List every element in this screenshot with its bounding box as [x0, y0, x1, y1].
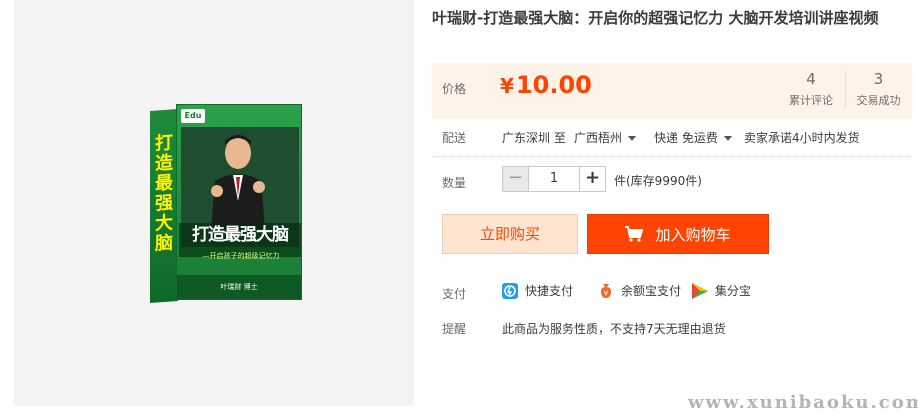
cover-subtitle: —开启孩子的超级记忆力: [202, 252, 280, 260]
reminder-label: 提醒: [442, 322, 467, 336]
payment-method-jifenbao: 集分宝: [692, 282, 751, 299]
svg-text:¥: ¥: [604, 289, 609, 297]
chevron-down-icon: [723, 136, 732, 141]
payment-method-yuebao: ¥ 余额宝支付: [598, 282, 681, 299]
payment-method-yuebao-label: 余额宝支付: [621, 284, 682, 298]
ship-from: 广东深圳 至: [502, 131, 566, 145]
payment-method-quick: 快捷支付: [502, 282, 573, 299]
ship-promise: 卖家承诺4小时内发货: [744, 131, 860, 145]
box-spine: 打造最强大脑: [150, 109, 178, 303]
price-bar: 价格 ¥10.00 4 累计评论 3 交易成功: [432, 63, 912, 119]
yuebao-icon: ¥: [601, 283, 611, 298]
add-to-cart-label: 加入购物车: [655, 226, 731, 244]
price-value: ¥10.00: [500, 71, 592, 99]
price-label: 价格: [442, 82, 467, 96]
box-logo: Edu: [181, 109, 205, 123]
payment-method-quick-label: 快捷支付: [525, 284, 574, 298]
ship-to-dropdown[interactable]: 广西梧州: [574, 129, 637, 146]
add-to-cart-button[interactable]: 加入购物车: [587, 214, 769, 254]
jifenbao-icon: [692, 282, 708, 299]
quantity-decrease-button[interactable]: −: [503, 167, 529, 191]
review-count: 4: [806, 70, 816, 88]
product-box-image[interactable]: 打造最强大脑 Edu 打造最强大脑 —开启孩子的超级记忆力 叶瑞财 博士: [150, 104, 302, 304]
ship-to: 广西梧州: [574, 131, 623, 145]
quantity-label: 数量: [442, 176, 467, 190]
box-front-cover: Edu 打造最强大脑 —开启孩子的超级记忆力 叶瑞财 博士: [176, 104, 302, 300]
chevron-down-icon: [628, 136, 637, 141]
quantity-input[interactable]: [529, 167, 579, 191]
ship-method: 快递 免运费: [654, 131, 718, 145]
quantity-increase-button[interactable]: +: [579, 167, 605, 191]
sales-count-stat[interactable]: 3 交易成功: [845, 70, 911, 108]
buy-now-button[interactable]: 立即购买: [442, 214, 578, 254]
product-title: 叶瑞财-打造最强大脑：开启你的超强记忆力 大脑开发培训讲座视频: [432, 9, 879, 27]
site-watermark: www.xunibaoku.com: [688, 392, 918, 413]
price-amount: 10.00: [515, 71, 592, 99]
product-image-panel: 打造最强大脑 Edu 打造最强大脑 —开启孩子的超级记忆力 叶瑞财 博士: [14, 0, 414, 406]
payment-method-jifenbao-label: 集分宝: [715, 284, 752, 298]
shipping-label: 配送: [442, 131, 467, 145]
shopping-cart-icon: [625, 226, 644, 242]
quick-pay-icon: [502, 282, 518, 299]
sales-count-label: 交易成功: [856, 94, 901, 107]
shipping-row: 配送 广东深圳 至 广西梧州 快递 免运费 卖家承诺4小时内发货: [432, 125, 912, 157]
quantity-stepper: − +: [502, 166, 606, 192]
box-spine-text: 打造最强大脑: [155, 132, 173, 255]
sales-count: 3: [873, 70, 884, 88]
speaker-portrait: [211, 135, 265, 229]
reminder-text: 此商品为服务性质，不支持7天无理由退货: [502, 322, 726, 336]
review-count-stat[interactable]: 4 累计评论: [778, 70, 844, 108]
ship-method-dropdown[interactable]: 快递 免运费: [654, 129, 732, 146]
review-count-label: 累计评论: [789, 94, 833, 107]
currency-symbol: ¥: [500, 74, 514, 98]
payment-label: 支付: [442, 287, 467, 301]
cover-footer: 叶瑞财 博士: [177, 275, 301, 299]
stock-info: 件(库存9990件): [614, 174, 702, 188]
